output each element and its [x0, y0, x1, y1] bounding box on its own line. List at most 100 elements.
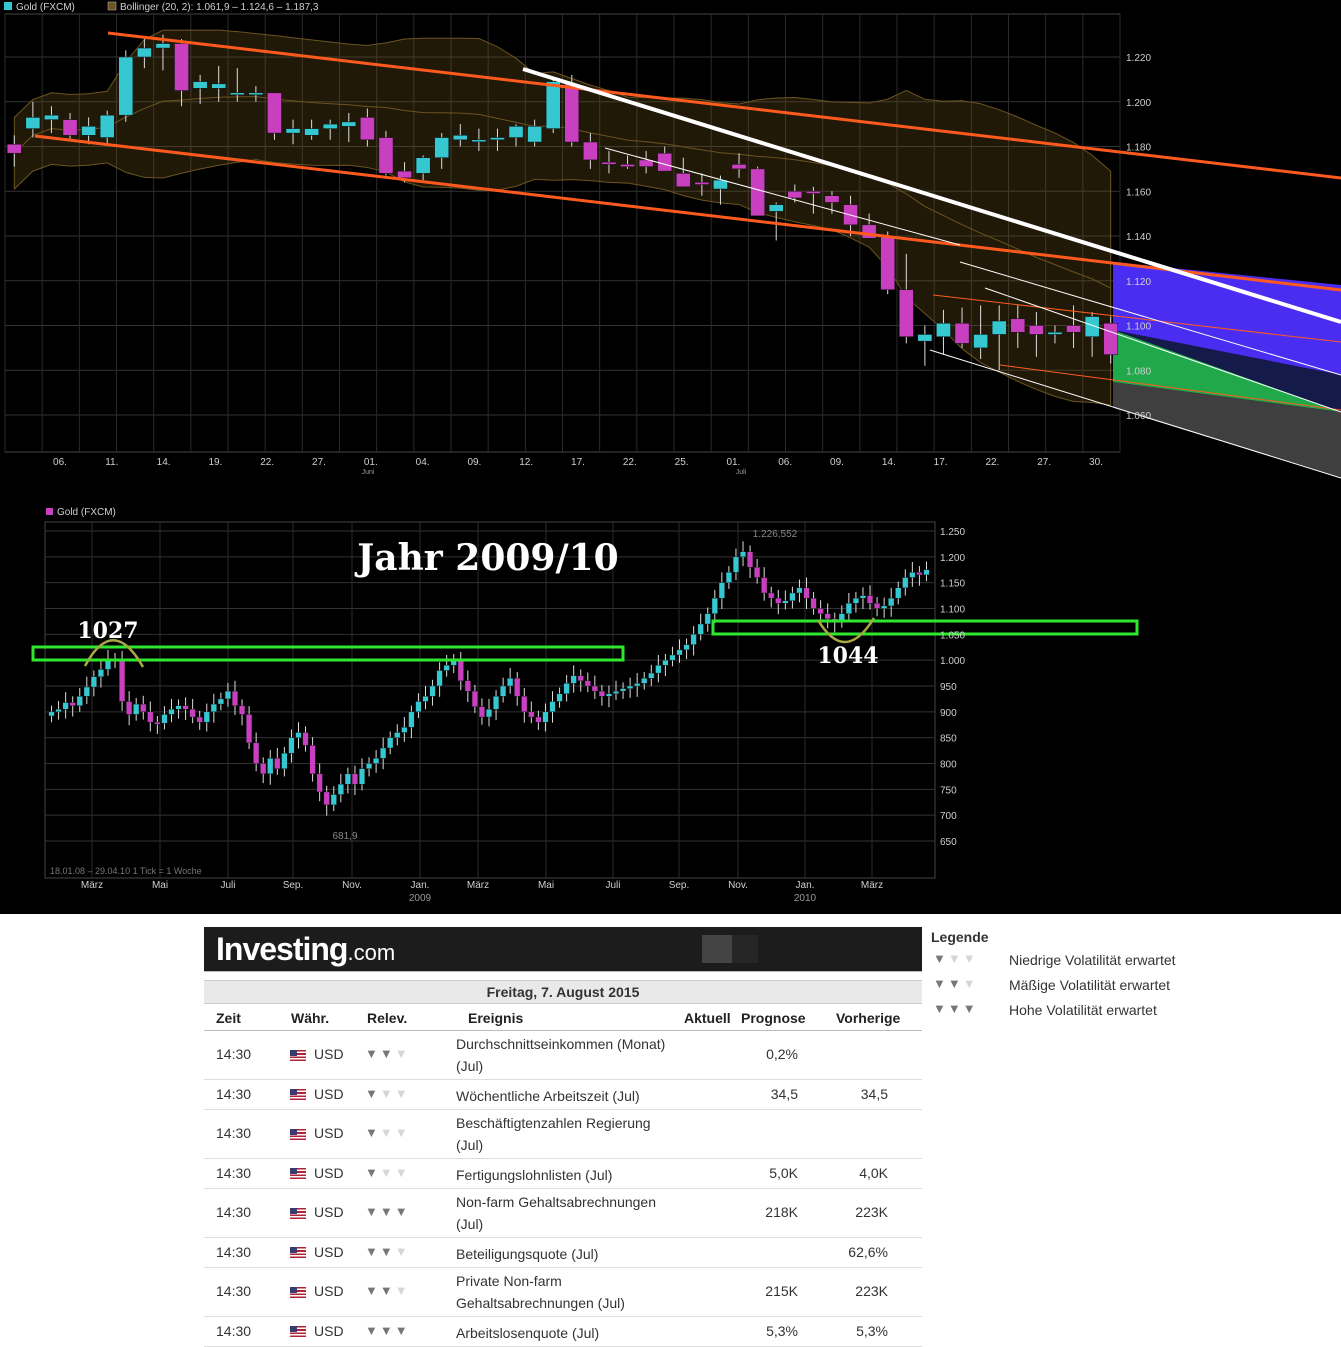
c2-candle-body: [662, 659, 669, 666]
c2-candle-body: [739, 551, 747, 558]
zone-1044: [711, 619, 1139, 636]
c2-candle-body: [690, 634, 697, 645]
col-ereignis: Ereignis: [468, 1010, 524, 1026]
row-currency: USD: [290, 1125, 344, 1141]
row-currency-code: USD: [314, 1046, 344, 1062]
investing-logo[interactable]: Investing.com: [216, 931, 395, 968]
us-flag-icon: [290, 1168, 306, 1180]
row-event[interactable]: Private Non-farm Gehaltsabrechnungen (Ju…: [456, 1270, 676, 1314]
bull-icon: ▼: [962, 951, 978, 966]
arc-top-1027: [83, 639, 145, 668]
c1-x-tick: 22.: [623, 457, 637, 468]
c2-x-year-2009: 2009: [409, 893, 432, 904]
calendar-row[interactable]: 14:30 USD ▼▼▼ Wöchentliche Arbeitszeit (Jul…: [204, 1080, 922, 1110]
c2-candle-body: [62, 702, 69, 710]
row-event[interactable]: Beteiligungsquote (Jul): [456, 1243, 676, 1265]
c1-candle-body: [99, 114, 115, 138]
bull-icon: ▼: [379, 1046, 395, 1061]
row-currency-code: USD: [314, 1085, 344, 1102]
bull-icon: ▼: [365, 1164, 380, 1180]
c2-candle-body: [337, 783, 344, 795]
row-time: 14:30: [216, 1085, 252, 1102]
col-prognose: Prognose: [741, 1010, 806, 1026]
c2-candle-body: [119, 658, 126, 702]
c1-candle-body: [973, 334, 988, 349]
bull-icon: ▼: [365, 1046, 380, 1061]
c2-candle-body: [747, 551, 754, 568]
c2-x-tick: Jan.: [796, 880, 815, 891]
c2-legend: Gold (FXCM): [46, 507, 116, 518]
calendar-row[interactable]: 14:30 USD ▼▼▼ Fertigungslohnlisten (Jul) 5,0…: [204, 1159, 922, 1189]
row-event[interactable]: Arbeitslosenquote (Jul): [456, 1322, 676, 1344]
calendar-row[interactable]: 14:30 USD ▼▼▼ Private Non-farm Gehaltsabrec…: [204, 1268, 922, 1317]
c2-candle-body: [380, 747, 387, 759]
relevance-bulls-icon: ▼▼▼: [365, 1046, 410, 1061]
row-currency: USD: [290, 1086, 344, 1102]
row-time: 14:30: [216, 1204, 252, 1220]
row-event[interactable]: Durchschnittseinkommen (Monat) (Jul): [456, 1033, 676, 1077]
c1-candle-body: [694, 182, 710, 185]
c1-candle-body: [285, 128, 301, 134]
calendar-row[interactable]: 14:30 USD ▼▼▼ Arbeitslosenquote (Jul) 5,3% 5,…: [204, 1317, 922, 1347]
c1-candle-body: [991, 320, 1007, 335]
c1-x-tick: 04.: [416, 457, 430, 468]
c2-candle-body: [845, 603, 852, 614]
c1-candle-body: [81, 126, 96, 136]
c2-y-tick: 1.050: [940, 630, 965, 641]
c2-candle-body: [577, 675, 584, 682]
c1-legend-gold: Gold (FXCM): [16, 2, 75, 13]
us-flag-icon: [290, 1286, 306, 1298]
c1-candle-body: [620, 164, 635, 167]
calendar-row[interactable]: 14:30 USD ▼▼▼ Durchschnittseinkommen (Monat…: [204, 1031, 922, 1080]
c2-candle-body: [436, 670, 443, 687]
col-relev: Relev.: [367, 1010, 408, 1026]
c2-candle-body: [718, 582, 725, 599]
c2-candle-body: [196, 716, 203, 723]
row-currency-code: USD: [314, 1322, 344, 1339]
c2-candle-body: [768, 592, 775, 599]
c1-y-tick: 1.140: [1126, 232, 1151, 243]
c2-y-tick: 650: [940, 837, 957, 848]
c2-candle-body: [514, 678, 521, 697]
calendar-rows: 14:30 USD ▼▼▼ Durchschnittseinkommen (Monat…: [204, 1031, 922, 1347]
c2-y-tick: 950: [940, 682, 957, 693]
c1-candle-body: [898, 289, 914, 337]
c2-candle-body: [457, 659, 464, 682]
c2-y-tick: 1.150: [940, 579, 965, 590]
c2-candle-body: [323, 791, 330, 806]
c2-candle-body: [267, 758, 274, 775]
legend-items: ▼▼▼ Niedrige Volatilität erwartet ▼▼▼ Mäßig…: [931, 949, 1231, 1024]
calendar-row[interactable]: 14:30 USD ▼▼▼ Beschäftigtenzahlen Regierung…: [204, 1110, 922, 1159]
c2-candle-body: [563, 683, 570, 694]
c1-x-tick: 27.: [1037, 457, 1051, 468]
c2-candle-body: [83, 686, 90, 697]
c2-x-tick: Juli: [605, 880, 620, 891]
calendar-row[interactable]: 14:30 USD ▼▼▼ Beteiligungsquote (Jul) 62,6%: [204, 1238, 922, 1268]
row-previous: 4,0K: [859, 1164, 888, 1181]
c1-candle-body: [490, 137, 505, 141]
row-event[interactable]: Wöchentliche Arbeitszeit (Jul): [456, 1085, 676, 1107]
bull-icon: ▼: [379, 1204, 395, 1219]
row-event[interactable]: Beschäftigtenzahlen Regierung (Jul): [456, 1112, 676, 1156]
row-event[interactable]: Non-farm Gehaltsabrechnungen (Jul): [456, 1191, 676, 1235]
row-currency: USD: [290, 1283, 344, 1299]
c2-x-tick: Nov.: [728, 880, 748, 891]
c2-candle-body: [556, 693, 563, 702]
c1-candle-body: [62, 119, 78, 136]
calendar-row[interactable]: 14:30 USD ▼▼▼ Non-farm Gehaltsabrechnungen …: [204, 1189, 922, 1238]
c2-x-tick: Sep.: [669, 880, 690, 891]
c1-candle-body: [378, 137, 394, 174]
c2-x-tick: Juli: [220, 880, 235, 891]
c1-candle-body: [452, 135, 468, 141]
bull-icon: ▼: [365, 1125, 380, 1140]
c2-candle-body: [605, 693, 612, 697]
row-time: 14:30: [216, 1322, 252, 1339]
c1-y-tick: 1.220: [1126, 53, 1151, 64]
c1-candle-body: [322, 123, 338, 129]
c2-candle-body: [147, 711, 154, 723]
legend-title: Legende: [931, 929, 989, 945]
c2-candle-body: [612, 690, 620, 694]
bull-icon: ▼: [379, 1322, 395, 1338]
c1-candle-body: [880, 235, 896, 290]
row-event[interactable]: Fertigungslohnlisten (Jul): [456, 1164, 676, 1186]
